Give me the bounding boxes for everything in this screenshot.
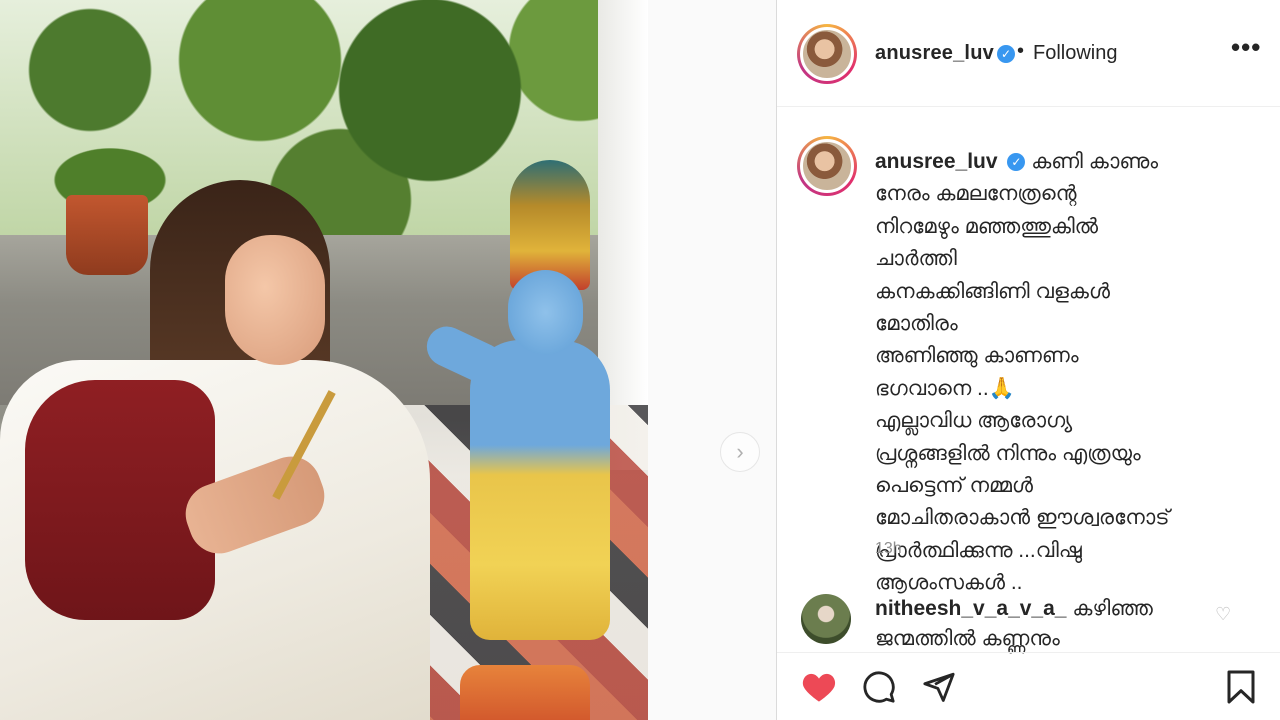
heart-filled-icon: [802, 673, 836, 702]
comment-button[interactable]: [859, 667, 899, 707]
post-timestamp[interactable]: 13h: [875, 540, 902, 558]
author-avatar[interactable]: [797, 24, 857, 84]
chevron-right-icon: ›: [736, 439, 744, 464]
photo-idol-base: [460, 665, 590, 720]
commenter-username[interactable]: nitheesh_v_a_v_a_: [875, 597, 1066, 620]
post-side-panel: anusree_luv ✓ • Following ••• anusree_lu…: [776, 0, 1280, 720]
photo-woman-face: [225, 235, 325, 365]
comment-item: nitheesh_v_a_v_a_ കഴിഞ്ഞ ജന്മത്തിൽ കണ്ണന…: [777, 590, 1280, 650]
more-options-icon[interactable]: •••: [1231, 32, 1261, 63]
like-button[interactable]: [799, 667, 839, 707]
caption-text: കണി കാണും നേരം കമലനേത്രന്റെ നിറമേഴും മഞ്…: [875, 150, 1170, 595]
separator-dot: •: [1017, 40, 1025, 62]
commenter-avatar[interactable]: [801, 594, 851, 644]
caption-body: anusree_luv ✓ കണി കാണും നേരം കമലനേത്രന്റ…: [875, 146, 1235, 600]
post-header: anusree_luv ✓ • Following •••: [777, 0, 1280, 107]
paper-plane-icon: [923, 672, 955, 702]
post-actions-bar: [777, 652, 1280, 720]
caption-username[interactable]: anusree_luv: [875, 150, 998, 173]
bookmark-icon: [1227, 670, 1255, 704]
comment-bubble-icon: [863, 671, 895, 703]
carousel-next-button[interactable]: ›: [720, 432, 760, 472]
caption-author-avatar[interactable]: [797, 136, 857, 196]
post-caption: anusree_luv ✓ കണി കാണും നേരം കമലനേത്രന്റ…: [777, 108, 1280, 594]
following-button[interactable]: Following: [1033, 42, 1117, 65]
photo-flower-pot: [66, 195, 148, 275]
photo-krishna-body: [470, 340, 610, 640]
comment-body: nitheesh_v_a_v_a_ കഴിഞ്ഞ ജന്മത്തിൽ കണ്ണന…: [875, 594, 1215, 654]
verified-badge-icon: ✓: [997, 45, 1015, 63]
post-photo[interactable]: [0, 0, 648, 720]
media-side-strip: [648, 0, 776, 720]
photo-red-blouse: [25, 380, 215, 620]
share-button[interactable]: [919, 667, 959, 707]
save-button[interactable]: [1221, 667, 1261, 707]
author-username[interactable]: anusree_luv: [875, 42, 994, 65]
comment-like-heart-icon[interactable]: ♡: [1215, 604, 1231, 625]
caption-verified-badge-icon: ✓: [1007, 153, 1026, 172]
photo-krishna-face: [508, 270, 583, 355]
